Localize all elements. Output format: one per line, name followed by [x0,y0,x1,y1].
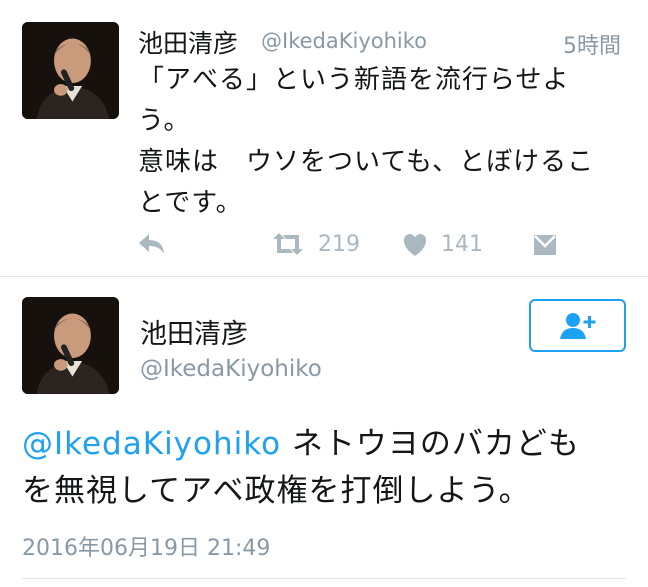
retweet-icon [273,233,303,255]
user-handle[interactable]: @IkedaKiyohiko [261,29,427,53]
tweet-line: を無視してアベ政権を打倒しよう。 [22,473,531,509]
tweet-line: @IkedaKiyohiko ネトウヨのバカども [22,421,632,468]
tweet-line: とです。 [138,188,243,218]
reply-button[interactable] [136,230,168,258]
display-name[interactable]: 池田清彦 [138,24,238,60]
tweet-text: 「アべる」という新語を流行らせよ う。 意味は ウソをついても、とぼけるこ とで… [138,60,638,224]
heart-icon [403,234,427,256]
tweet-line: う。 [138,106,191,136]
display-name[interactable]: 池田清彦 [140,312,248,351]
direct-message-button[interactable] [532,232,558,258]
profile-photo [22,22,119,119]
tweet-timestamp[interactable]: 5時間 [563,28,621,60]
user-handle[interactable]: @IkedaKiyohiko [140,356,322,382]
tweet-text: @IkedaKiyohiko ネトウヨのバカども を無視してアベ政権を打倒しよう… [22,421,632,515]
tweet-line: 「アべる」という新語を流行らせよ [138,65,570,95]
follow-button[interactable] [529,299,626,352]
avatar[interactable] [22,297,119,394]
tweet-divider [0,276,648,277]
tweet-line-text: ネトウヨのバカども [281,426,580,462]
like-button[interactable] [401,232,429,258]
dm-icon [534,235,556,255]
tweet-date: 2016年06月19日 21:49 [22,536,271,561]
retweet-button[interactable] [270,231,306,257]
avatar[interactable] [22,22,119,119]
follow-user-icon [559,312,595,339]
reply-icon [139,234,164,254]
like-count[interactable]: 141 [441,232,483,257]
tweet-line: 意味は ウソをついても、とぼけるこ [138,147,595,177]
tweet-divider [22,578,626,579]
profile-photo [22,297,119,394]
mention-link[interactable]: @IkedaKiyohiko [22,426,281,462]
retweet-count[interactable]: 219 [318,232,360,257]
